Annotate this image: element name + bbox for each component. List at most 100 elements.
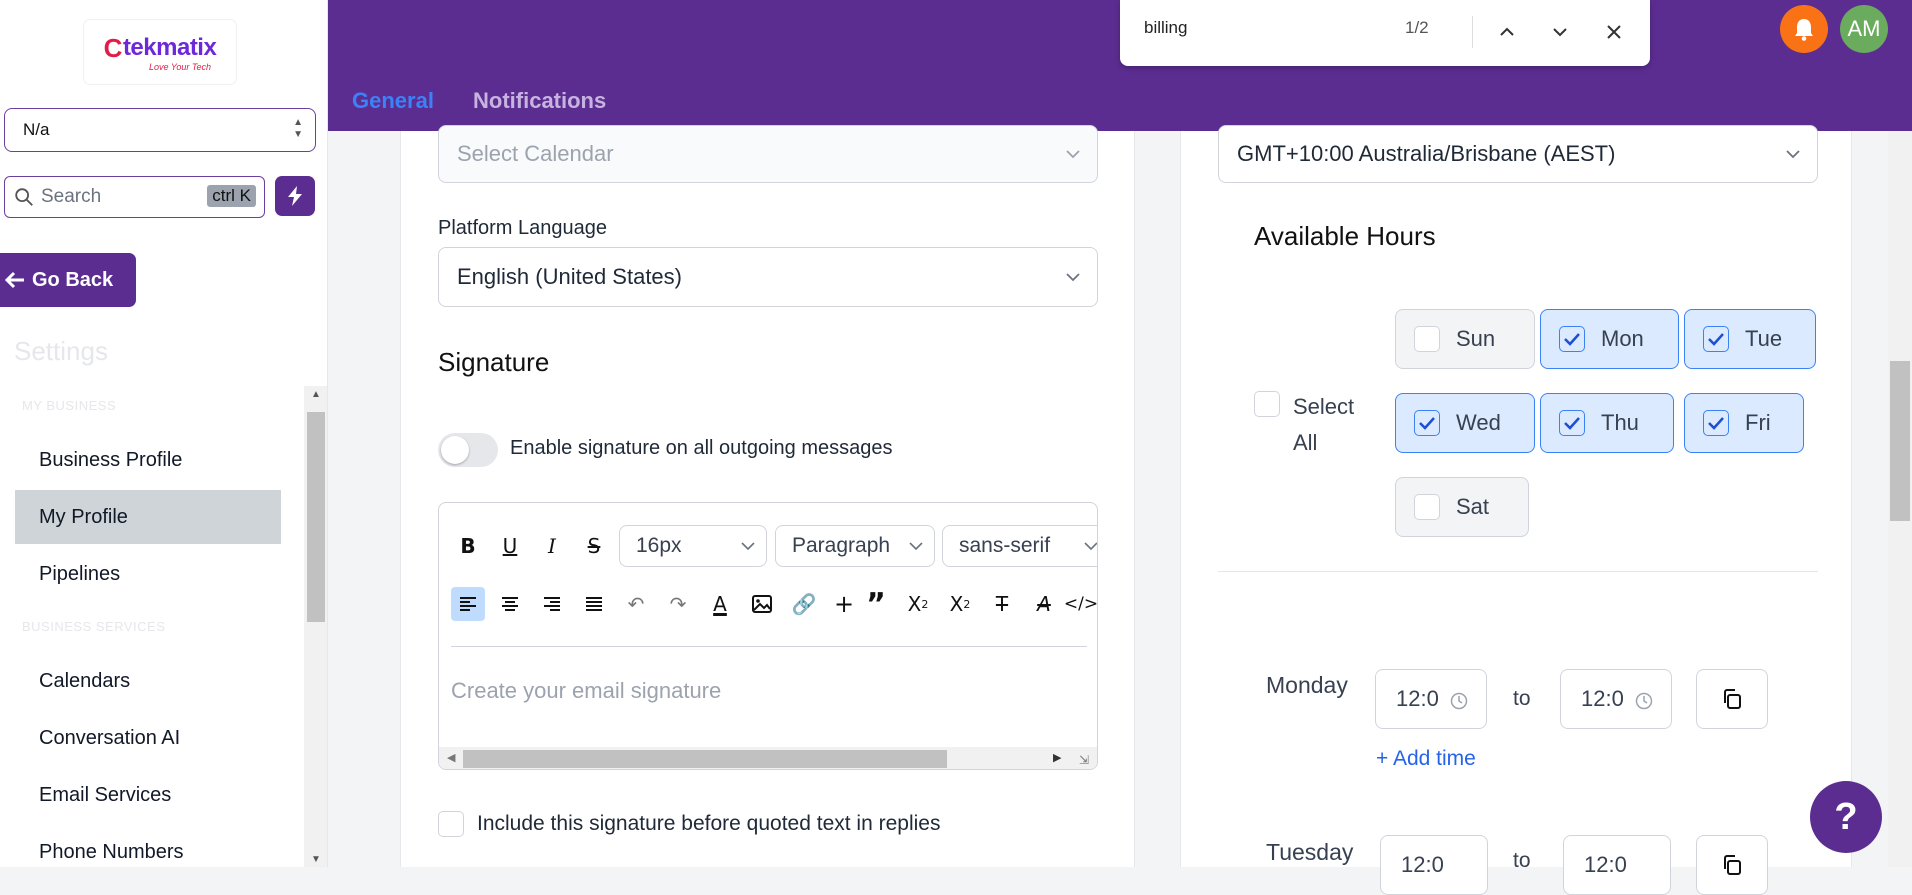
scroll-left-icon[interactable]: ◀	[447, 751, 455, 764]
insert-plus-icon[interactable]: +	[827, 587, 861, 621]
scrollbar-thumb[interactable]	[1890, 361, 1910, 521]
copy-icon	[1724, 689, 1741, 709]
copy-times-button[interactable]	[1696, 835, 1768, 895]
superscript-icon[interactable]: X2	[901, 587, 935, 621]
toolbar-divider	[451, 646, 1087, 647]
include-signature-checkbox[interactable]	[438, 811, 464, 837]
resize-handle-icon[interactable]: ⇲	[1079, 753, 1089, 767]
sidebar-item-conversation-ai[interactable]: Conversation AI	[15, 711, 281, 765]
find-next-button[interactable]	[1544, 16, 1576, 48]
checkmark-icon	[1564, 333, 1580, 346]
location-select-value: N/a	[23, 120, 50, 139]
chevron-down-icon	[1553, 28, 1567, 37]
tab-general[interactable]: General	[352, 88, 434, 114]
italic-icon[interactable]: I	[535, 529, 569, 563]
search-input[interactable]: Search ctrl K	[4, 176, 265, 218]
bold-icon[interactable]: B	[451, 529, 485, 563]
sidebar-item-email-services[interactable]: Email Services	[15, 768, 281, 822]
font-family-select[interactable]: sans-serif	[942, 525, 1097, 567]
clear-format-icon[interactable]: T	[985, 587, 1019, 621]
redo-icon[interactable]: ↷	[661, 587, 695, 621]
justify-icon[interactable]	[577, 587, 611, 621]
availability-card: GMT+10:00 Australia/Brisbane (AEST) Avai…	[1180, 125, 1852, 895]
to-separator: to	[1513, 687, 1531, 710]
avatar[interactable]: AM	[1840, 5, 1888, 53]
link-icon[interactable]: 🔗	[787, 587, 821, 621]
calendar-select[interactable]: Select Calendar	[438, 125, 1098, 183]
notifications-button[interactable]	[1780, 5, 1828, 53]
select-all-checkbox[interactable]	[1254, 391, 1280, 417]
sidebar-item-pipelines[interactable]: Pipelines	[15, 547, 281, 601]
underline-icon[interactable]: U	[493, 529, 527, 563]
scroll-down-icon[interactable]: ▼	[311, 854, 321, 865]
day-toggle-tue[interactable]: Tue	[1684, 309, 1816, 369]
scrollbar-thumb[interactable]	[463, 750, 947, 768]
remove-style-icon[interactable]: A	[1027, 587, 1061, 621]
location-select[interactable]: N/a ▲ ▼	[4, 108, 316, 152]
checkmark-icon	[1708, 417, 1724, 430]
copy-icon	[1724, 855, 1741, 875]
align-left-icon[interactable]	[451, 587, 485, 621]
profile-settings-card: Select Calendar Platform Language Englis…	[400, 125, 1135, 867]
sidebar-item-phone-numbers[interactable]: Phone Numbers	[15, 825, 281, 867]
scroll-up-icon[interactable]: ▲	[311, 389, 321, 400]
find-close-button[interactable]	[1598, 16, 1630, 48]
copy-times-button[interactable]	[1696, 669, 1768, 729]
timezone-select[interactable]: GMT+10:00 Australia/Brisbane (AEST)	[1218, 125, 1818, 183]
chevron-up-icon	[1500, 27, 1514, 36]
chevron-down-icon	[1066, 273, 1080, 282]
signature-editor: B U I S 16px Paragraph sans-serif ↶ ↷ A …	[438, 502, 1098, 770]
day-checkbox	[1414, 326, 1440, 352]
block-type-select[interactable]: Paragraph	[775, 525, 935, 567]
signature-editor-input[interactable]: Create your email signature	[451, 678, 721, 704]
start-time-input[interactable]: 12:0	[1380, 835, 1488, 895]
signature-toggle[interactable]	[438, 433, 498, 467]
go-back-button[interactable]: Go Back	[0, 253, 136, 307]
quote-icon[interactable]: ”	[859, 587, 893, 622]
start-time-input[interactable]: 12:0	[1375, 669, 1487, 729]
day-checkbox-checked	[1559, 410, 1585, 436]
scrollbar-thumb[interactable]	[307, 412, 325, 622]
brand-logo[interactable]: Ctekmatix Love Your Tech	[84, 20, 236, 84]
scroll-right-icon[interactable]: ▶	[1053, 751, 1061, 764]
to-separator: to	[1513, 849, 1531, 872]
align-center-icon[interactable]	[493, 587, 527, 621]
main-scrollbar[interactable]	[1888, 131, 1912, 867]
top-header: General Notifications billing 1/2 AM	[328, 0, 1912, 131]
chevron-down-icon	[1084, 542, 1097, 551]
add-time-link[interactable]: + Add time	[1376, 747, 1476, 771]
day-toggle-wed[interactable]: Wed	[1395, 393, 1535, 453]
day-toggle-mon[interactable]: Mon	[1540, 309, 1679, 369]
subscript-icon[interactable]: X2	[943, 587, 977, 621]
platform-language-select[interactable]: English (United States)	[438, 247, 1098, 307]
strikethrough-icon[interactable]: S	[577, 529, 611, 563]
end-time-input[interactable]: 12:0	[1563, 835, 1671, 895]
editor-hscrollbar[interactable]: ◀ ▶ ⇲	[439, 747, 1097, 769]
image-icon[interactable]	[745, 587, 779, 621]
align-right-icon[interactable]	[535, 587, 569, 621]
sidebar-scrollbar[interactable]: ▲ ▼	[304, 386, 327, 867]
platform-language-label: Platform Language	[438, 217, 608, 239]
lightning-icon	[288, 186, 302, 206]
day-toggle-thu[interactable]: Thu	[1540, 393, 1674, 453]
find-previous-button[interactable]	[1491, 16, 1523, 48]
undo-icon[interactable]: ↶	[619, 587, 653, 621]
text-color-icon[interactable]: A	[703, 587, 737, 621]
day-toggle-sun[interactable]: Sun	[1395, 309, 1535, 369]
font-size-select[interactable]: 16px	[619, 525, 767, 567]
help-button[interactable]: ?	[1810, 781, 1882, 853]
day-toggle-sat[interactable]: Sat	[1395, 477, 1529, 537]
clock-icon	[1635, 692, 1653, 710]
tab-notifications[interactable]: Notifications	[473, 88, 606, 114]
sidebar-item-business-profile[interactable]: Business Profile	[15, 433, 281, 487]
day-checkbox-checked	[1703, 410, 1729, 436]
day-toggle-fri[interactable]: Fri	[1684, 393, 1804, 453]
find-query-input[interactable]: billing	[1144, 18, 1187, 38]
code-view-icon[interactable]: </>	[1064, 587, 1097, 621]
quick-action-button[interactable]	[275, 176, 315, 216]
day-checkbox-checked	[1703, 326, 1729, 352]
search-icon	[15, 188, 33, 206]
sidebar-item-calendars[interactable]: Calendars	[15, 654, 281, 708]
sidebar-item-my-profile[interactable]: My Profile	[15, 490, 281, 544]
end-time-input[interactable]: 12:0	[1560, 669, 1672, 729]
